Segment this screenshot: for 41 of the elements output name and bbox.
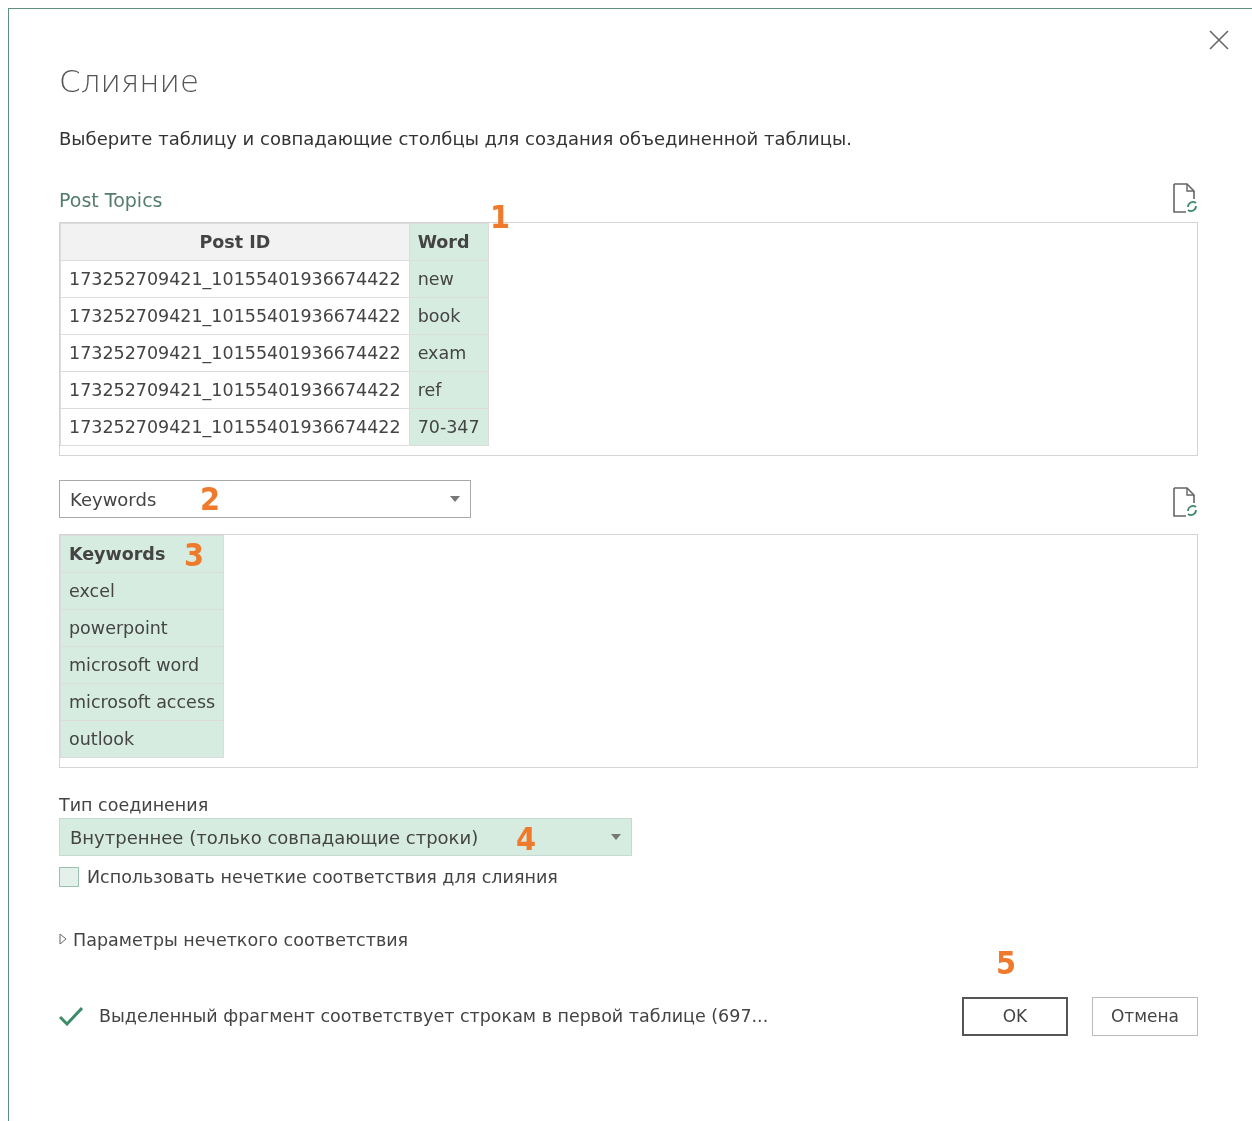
table-cell: 70-347 [409,408,489,446]
table-cell: 173252709421_10155401936674422 [60,371,410,409]
close-icon [1208,28,1230,51]
table-cell: 173252709421_10155401936674422 [60,408,410,446]
callout-number: 2 [200,483,221,515]
table-cell: 173252709421_10155401936674422 [60,334,410,372]
table-name: Post Topics [59,187,163,213]
table-cell: new [409,260,489,298]
table-cell: outlook [60,720,224,758]
refresh-icon[interactable] [1172,182,1198,214]
caret-icon [450,496,460,502]
ok-button[interactable]: OK [962,996,1068,1036]
callout-number: 5 [996,946,1017,979]
dialog-description: Выберите таблицу и совпадающие столбцы для создания объединенной таблицы. [59,127,853,151]
table-cell: excel [60,572,224,610]
refresh-icon[interactable] [1172,486,1198,518]
column-header[interactable]: Post ID [60,223,410,261]
callout-number: 1 [490,201,511,233]
field-label: Тип соединения [59,794,210,817]
checkbox-label: Использовать нечеткие соответствия для слияния [87,866,558,890]
table-cell: powerpoint [60,609,224,647]
expand-icon [59,934,69,946]
column-header[interactable]: Word [409,223,489,261]
check-icon [59,1006,83,1027]
expander[interactable]: Параметры нечеткого соответствия [59,926,409,953]
callout-number: 3 [184,539,205,571]
table-cell: microsoft access [60,683,224,721]
join-type-select[interactable]: Внутреннее (только совпадающие строки) 4 [59,818,632,857]
dialog-title: Слияние [59,62,200,101]
table-cell: 173252709421_10155401936674422 [60,260,410,298]
caret-icon [611,834,621,841]
callout-number: 4 [516,823,537,856]
table-select[interactable]: Keywords 2 [59,480,471,518]
checkbox[interactable] [59,867,79,888]
status-message: Выделенный фрагмент соответствует строкам в первой таблице (697... [99,1005,769,1029]
table-cell: book [409,297,489,335]
cancel-button[interactable]: Отмена [1092,996,1198,1036]
table-cell: ref [409,371,489,409]
table-cell: 173252709421_10155401936674422 [60,297,410,335]
table-cell: exam [409,334,489,372]
table-cell: microsoft word [60,646,224,684]
